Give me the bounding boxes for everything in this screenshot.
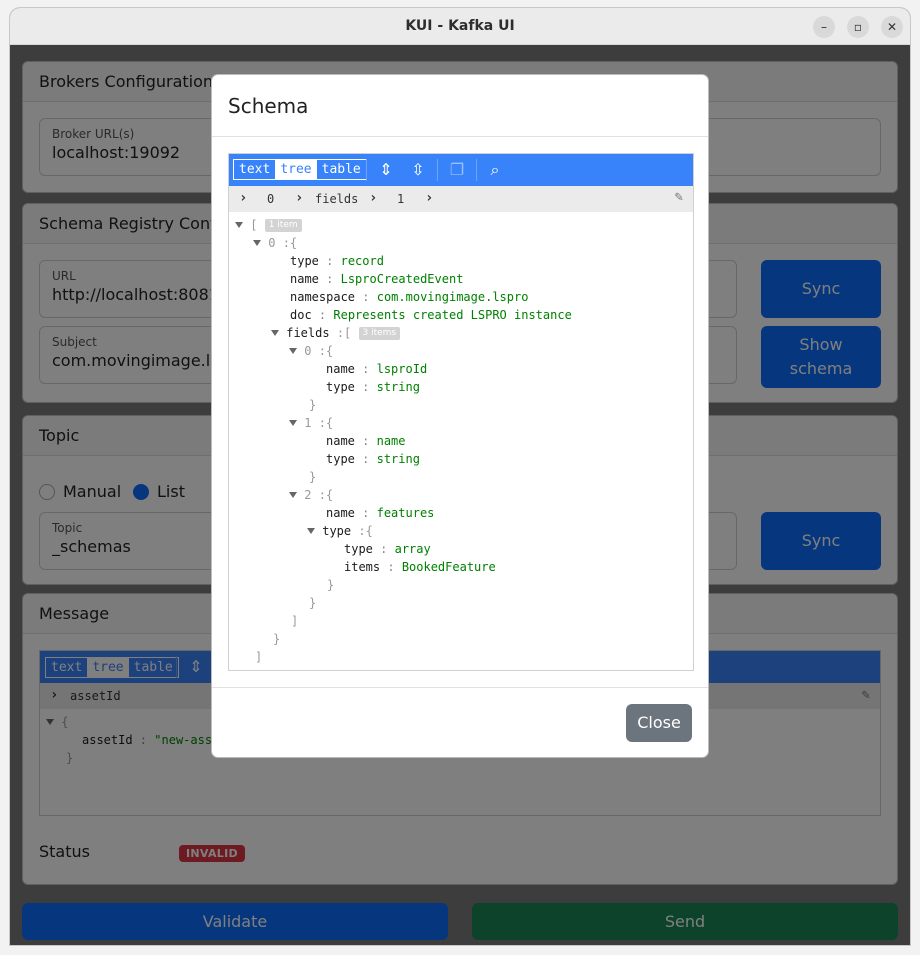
record-namespace-value: com.movingimage.lspro [376, 290, 529, 304]
tree-row[interactable]: name : LsproCreatedEvent [290, 270, 463, 288]
schema-tree: [ 1 item 0 :{ type : record name : Lspro… [229, 216, 693, 666]
field-type-value: string [376, 452, 420, 466]
collapse-icon[interactable] [271, 330, 279, 336]
edit-icon[interactable]: ✎ [675, 189, 683, 205]
nested-items-value: BookedFeature [401, 560, 496, 574]
record-type-value: record [340, 254, 384, 268]
title-bar: KUI - Kafka UI – ▫ ✕ [10, 8, 910, 45]
tree-row[interactable]: type : record [290, 252, 384, 270]
schema-mode-tree[interactable]: tree [275, 160, 317, 179]
collapse-icon[interactable] [289, 348, 297, 354]
toolbar-divider [476, 159, 477, 181]
maximize-icon[interactable]: ▫ [847, 16, 869, 38]
toolbar-divider [366, 159, 367, 181]
tree-root[interactable]: [ 1 item [235, 216, 302, 234]
collapse-icon[interactable] [235, 222, 243, 228]
nav-path-0[interactable]: 0 [267, 192, 274, 206]
record-name-value: LsproCreatedEvent [340, 272, 464, 286]
nav-path-2[interactable]: 1 [397, 192, 404, 206]
schema-editor-toolbar: text tree table ⇕ ⇳ ❐ ⌕ [229, 154, 693, 186]
nav-chevron-icon[interactable]: › [425, 190, 433, 206]
collapse-icon[interactable] [307, 528, 315, 534]
fields-count-badge: 3 items [358, 327, 401, 340]
search-icon[interactable]: ⌕ [485, 160, 505, 180]
expand-all-icon[interactable]: ⇕ [376, 160, 396, 180]
tree-field-node[interactable]: 2 :{ [289, 486, 333, 504]
nested-type-value: array [394, 542, 431, 556]
collapse-all-icon[interactable]: ⇳ [408, 160, 428, 180]
tree-close: } [273, 632, 281, 646]
tree-row[interactable]: type : string [326, 450, 420, 468]
tree-record-node[interactable]: 0 :{ [253, 234, 297, 252]
schema-json-editor[interactable]: text tree table ⇕ ⇳ ❐ ⌕ › 0 › fields › 1… [228, 153, 694, 671]
duplicate-icon[interactable]: ❐ [447, 160, 467, 180]
main-content: Brokers Configuration Broker URL(s) loca… [10, 45, 910, 945]
tree-close: } [327, 578, 335, 592]
tree-field-node[interactable]: 1 :{ [289, 414, 333, 432]
tree-close: ] [291, 614, 299, 628]
nav-chevron-icon[interactable]: › [239, 190, 247, 206]
nav-path-1[interactable]: fields [315, 192, 358, 206]
nav-chevron-icon[interactable]: › [295, 190, 303, 206]
tree-fields-node[interactable]: fields :[ 3 items [271, 324, 401, 342]
tree-close: } [309, 470, 317, 484]
tree-close: } [309, 398, 317, 412]
schema-modal: Schema text tree table ⇕ ⇳ ❐ ⌕ › 0 › fie… [211, 74, 709, 758]
tree-row[interactable]: doc : Represents created LSPRO instance [290, 306, 572, 324]
tree-field-node[interactable]: 0 :{ [289, 342, 333, 360]
field-type-value: string [376, 380, 420, 394]
field-name-value: lsproId [376, 362, 428, 376]
record-doc-value: Represents created LSPRO instance [333, 308, 572, 322]
collapse-icon[interactable] [289, 492, 297, 498]
app-window: KUI - Kafka UI – ▫ ✕ Brokers Configurati… [10, 8, 910, 945]
window-title: KUI - Kafka UI [405, 18, 515, 34]
close-button[interactable]: Close [626, 704, 692, 742]
root-count-badge: 1 item [264, 219, 302, 232]
nav-chevron-icon[interactable]: › [369, 190, 377, 206]
toolbar-divider [437, 159, 438, 181]
field-name-value: features [376, 506, 435, 520]
close-window-icon[interactable]: ✕ [881, 16, 903, 38]
tree-type-node[interactable]: type :{ [307, 522, 373, 540]
collapse-icon[interactable] [289, 420, 297, 426]
tree-row[interactable]: type : string [326, 378, 420, 396]
modal-title: Schema [212, 75, 708, 137]
minimize-icon[interactable]: – [813, 16, 835, 38]
schema-mode-switch[interactable]: text tree table [233, 159, 367, 180]
field-name-value: name [376, 434, 406, 448]
collapse-icon[interactable] [253, 240, 261, 246]
tree-close: } [309, 596, 317, 610]
schema-mode-table[interactable]: table [317, 160, 366, 179]
tree-row[interactable]: name : lsproId [326, 360, 427, 378]
tree-close: ] [255, 650, 263, 664]
schema-mode-text[interactable]: text [234, 160, 275, 179]
tree-row[interactable]: type : array [344, 540, 431, 558]
modal-footer: Close [212, 687, 708, 757]
tree-row[interactable]: name : name [326, 432, 406, 450]
tree-row[interactable]: name : features [326, 504, 434, 522]
tree-row[interactable]: items : BookedFeature [344, 558, 496, 576]
tree-row[interactable]: namespace : com.movingimage.lspro [290, 288, 528, 306]
schema-nav-bar: › 0 › fields › 1 › ✎ [229, 186, 693, 212]
